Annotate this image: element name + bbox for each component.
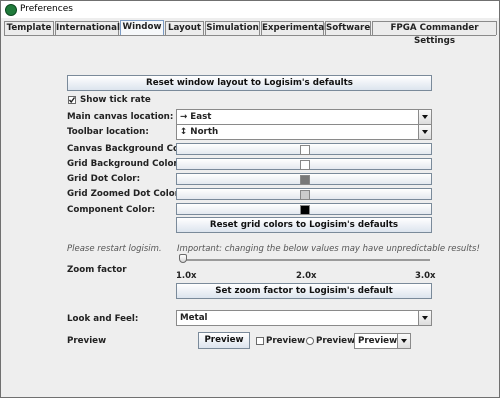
warning-note: Important: changing the below values may… (177, 244, 480, 254)
main-canvas-location-value: → East (180, 112, 212, 122)
tab-experimental[interactable]: Experimental (261, 21, 327, 35)
component-color-label: Component Color: (67, 205, 156, 215)
preview-radio-label: Preview (316, 336, 356, 346)
preview-checkbox-label: Preview (266, 336, 306, 346)
look-and-feel-value: Metal (180, 313, 208, 323)
zoom-factor-label: Zoom factor (67, 265, 127, 275)
color-swatch (300, 160, 310, 170)
zoom-tick-label: 2.0x (296, 271, 317, 281)
logisim-app-icon (5, 4, 17, 16)
zoom-tick-label: 1.0x (176, 271, 197, 281)
tab-divider (4, 35, 496, 36)
look-and-feel-label: Look and Feel: (67, 314, 139, 324)
title-bar: Preferences (1, 1, 499, 18)
color-swatch (300, 175, 310, 185)
checkmark-icon (68, 97, 76, 104)
show-tick-rate-checkbox[interactable] (68, 96, 76, 104)
toolbar-location-label: Toolbar location: (67, 127, 149, 137)
tab-fpga-commander-settings[interactable]: FPGA Commander Settings (372, 21, 497, 46)
preview-radio[interactable] (306, 337, 314, 345)
grid-background-color-button[interactable] (176, 158, 432, 170)
tab-simulation[interactable]: Simulation (205, 21, 260, 35)
color-swatch (300, 205, 310, 215)
toolbar-location-combo[interactable]: ↕ North (176, 124, 432, 140)
component-color-button[interactable] (176, 203, 432, 215)
grid-dot-color-button[interactable] (176, 173, 432, 185)
color-swatch (300, 190, 310, 200)
chevron-down-icon[interactable] (418, 110, 431, 124)
grid-zoomed-dot-color-label: Grid Zoomed Dot Color: (67, 189, 183, 199)
chevron-down-icon[interactable] (418, 311, 431, 325)
reset-grid-colors-button[interactable]: Reset grid colors to Logisim's defaults (176, 217, 432, 233)
main-canvas-location-combo[interactable]: → East (176, 109, 432, 125)
tab-layout[interactable]: Layout (165, 21, 204, 35)
tab-window[interactable]: Window (120, 20, 164, 36)
reset-window-layout-button[interactable]: Reset window layout to Logisim's default… (67, 75, 432, 91)
toolbar-location-value: ↕ North (180, 127, 219, 137)
grid-zoomed-dot-color-button[interactable] (176, 188, 432, 200)
preview-button[interactable]: Preview (198, 332, 250, 349)
grid-background-color-label: Grid Background Color: (67, 159, 182, 169)
zoom-tick-label: 3.0x (415, 271, 436, 281)
tab-international[interactable]: International (55, 21, 120, 35)
main-canvas-location-label: Main canvas location: (67, 112, 174, 122)
canvas-background-color-button[interactable] (176, 143, 432, 155)
zoom-slider-track[interactable] (181, 259, 430, 261)
tab-software[interactable]: Software (325, 21, 371, 35)
show-tick-rate-label: Show tick rate (80, 95, 151, 105)
color-swatch (300, 145, 310, 155)
window-title: Preferences (20, 4, 73, 14)
look-and-feel-combo[interactable]: Metal (176, 310, 432, 326)
grid-dot-color-label: Grid Dot Color: (67, 174, 141, 184)
preview-label: Preview (67, 336, 107, 346)
chevron-down-icon[interactable] (397, 334, 410, 348)
chevron-down-icon[interactable] (418, 125, 431, 139)
tab-template[interactable]: Template (4, 21, 54, 35)
zoom-slider-thumb[interactable] (179, 254, 187, 263)
preview-combo[interactable]: Preview 1 (354, 333, 411, 349)
set-zoom-default-button[interactable]: Set zoom factor to Logisim's default (176, 283, 432, 299)
restart-note: Please restart logisim. (67, 244, 162, 254)
preview-checkbox[interactable] (256, 337, 264, 345)
